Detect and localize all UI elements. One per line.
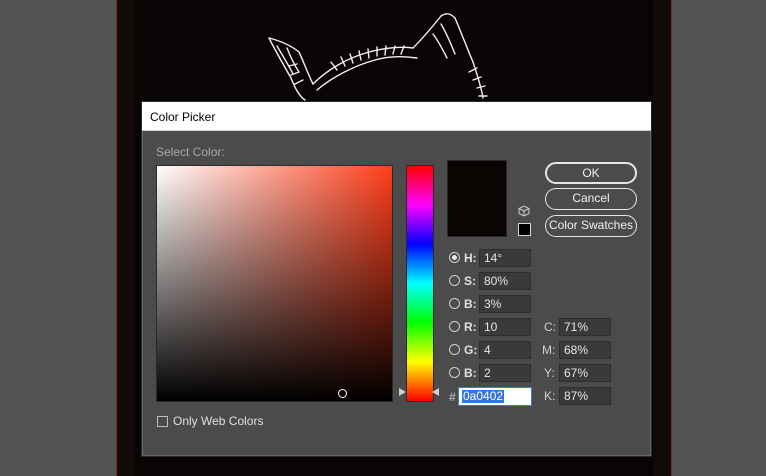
black-field[interactable]: 87% bbox=[559, 387, 611, 405]
hex-field[interactable]: 0a0402 bbox=[458, 387, 532, 406]
hex-value: 0a0402 bbox=[462, 389, 505, 403]
red-label: R: bbox=[464, 320, 477, 334]
hue-field[interactable]: 14° bbox=[479, 249, 531, 267]
blue-field[interactable]: 2 bbox=[479, 364, 531, 382]
saturation-brightness-field[interactable] bbox=[156, 165, 393, 402]
brightness-label: B: bbox=[464, 297, 477, 311]
magenta-field[interactable]: 68% bbox=[559, 341, 611, 359]
hue-slider-left-arrow-icon[interactable] bbox=[399, 388, 406, 396]
black-label: K: bbox=[544, 389, 556, 403]
hue-label: H: bbox=[464, 251, 477, 265]
select-color-label: Select Color: bbox=[156, 145, 225, 159]
ok-button[interactable]: OK bbox=[545, 162, 637, 184]
cyan-label: C: bbox=[544, 320, 556, 334]
hex-prefix-label: # bbox=[449, 390, 456, 404]
cyan-field[interactable]: 71% bbox=[559, 318, 611, 336]
hue-slider-right-arrow-icon[interactable] bbox=[432, 388, 439, 396]
only-web-colors-checkbox[interactable] bbox=[157, 416, 168, 427]
magenta-label: M: bbox=[542, 343, 556, 357]
color-cursor[interactable] bbox=[338, 389, 347, 398]
green-label: G: bbox=[464, 343, 478, 357]
hue-radio[interactable] bbox=[449, 252, 460, 263]
saturation-field[interactable]: 80% bbox=[479, 272, 531, 290]
red-field[interactable]: 10 bbox=[479, 318, 531, 336]
red-radio[interactable] bbox=[449, 321, 460, 332]
brightness-radio[interactable] bbox=[449, 298, 460, 309]
saturation-label: S: bbox=[464, 274, 476, 288]
hue-slider[interactable] bbox=[406, 165, 434, 402]
saturation-radio[interactable] bbox=[449, 275, 460, 286]
web-safe-color-swatch[interactable] bbox=[518, 223, 531, 236]
color-swatches-button[interactable]: Color Swatches bbox=[545, 215, 637, 237]
cube-warning-icon[interactable] bbox=[518, 205, 530, 217]
cancel-button[interactable]: Cancel bbox=[545, 188, 637, 210]
new-color-preview bbox=[447, 160, 507, 237]
dialog-titlebar[interactable]: Color Picker bbox=[142, 102, 651, 131]
dialog-title: Color Picker bbox=[150, 110, 216, 124]
green-radio[interactable] bbox=[449, 344, 460, 355]
blue-label: B: bbox=[464, 366, 477, 380]
brightness-field[interactable]: 3% bbox=[479, 295, 531, 313]
yellow-label: Y: bbox=[544, 366, 555, 380]
yellow-field[interactable]: 67% bbox=[559, 364, 611, 382]
blue-radio[interactable] bbox=[449, 367, 460, 378]
color-picker-dialog: Color Picker Select Color: OK Cancel Col… bbox=[141, 101, 652, 457]
only-web-colors-label[interactable]: Only Web Colors bbox=[173, 414, 263, 428]
green-field[interactable]: 4 bbox=[479, 341, 531, 359]
